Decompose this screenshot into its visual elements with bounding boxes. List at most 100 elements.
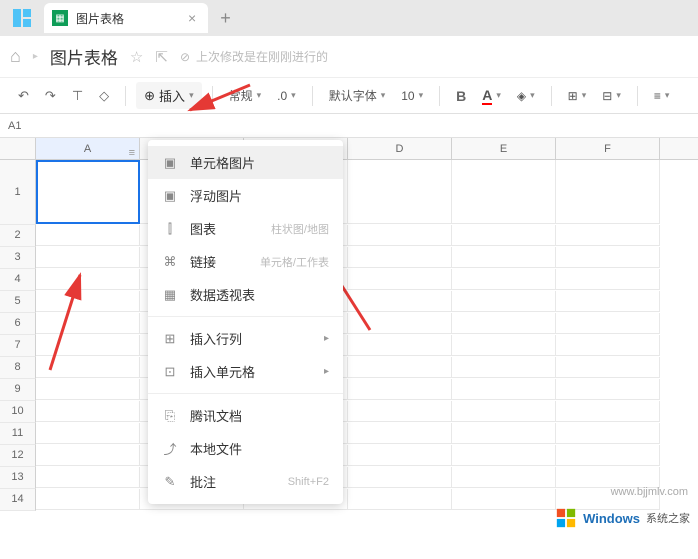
cell[interactable] [452,423,556,444]
home-icon[interactable]: ⌂ [10,46,21,67]
text-color-button[interactable]: A ▾ [476,83,507,109]
cell[interactable] [36,467,140,488]
star-icon[interactable]: ☆ [130,48,143,66]
menu-floating-image[interactable]: ▣ 浮动图片 [148,179,343,212]
cell[interactable] [36,357,140,378]
cell[interactable] [36,247,140,268]
border-button[interactable]: ⊞ ▾ [562,85,593,107]
cell[interactable] [556,160,660,224]
cell[interactable] [348,379,452,400]
column-header[interactable]: D [348,138,452,159]
cell[interactable] [452,467,556,488]
cell-a1[interactable] [36,160,140,224]
cell[interactable] [36,379,140,400]
cell[interactable] [36,423,140,444]
cell[interactable] [348,423,452,444]
row-header[interactable]: 14 [0,489,36,511]
cell[interactable] [348,489,452,510]
cell[interactable] [556,291,660,312]
cell[interactable] [348,269,452,290]
cell[interactable] [348,225,452,246]
row-header[interactable]: 4 [0,269,36,291]
cell[interactable] [556,247,660,268]
select-all-corner[interactable] [0,138,36,159]
cell[interactable] [452,379,556,400]
merge-button[interactable]: ⊟ ▾ [596,85,627,107]
cell[interactable] [452,291,556,312]
column-header[interactable]: E [452,138,556,159]
row-header[interactable]: 1 [0,160,36,225]
cell[interactable] [348,401,452,422]
cell[interactable] [36,313,140,334]
cell[interactable] [36,445,140,466]
cell[interactable] [36,269,140,290]
cell[interactable] [556,445,660,466]
row-header[interactable]: 12 [0,445,36,467]
row-header[interactable]: 5 [0,291,36,313]
cell[interactable] [348,335,452,356]
cell[interactable] [556,379,660,400]
format-painter-button[interactable]: ⊤ [66,84,89,108]
document-tab[interactable]: ▦ 图片表格 × [44,3,208,33]
row-header[interactable]: 9 [0,379,36,401]
undo-button[interactable]: ↶ [12,84,35,108]
menu-insert-cell[interactable]: ⊡ 插入单元格 ▸ [148,355,343,388]
menu-tencent-doc[interactable]: ⎘ 腾讯文档 [148,399,343,432]
row-header[interactable]: 13 [0,467,36,489]
cell[interactable] [452,335,556,356]
menu-comment[interactable]: ✎ 批注 Shift+F2 [148,465,343,498]
cell[interactable] [556,225,660,246]
row-header[interactable]: 2 [0,225,36,247]
cell[interactable] [36,401,140,422]
cell[interactable] [452,269,556,290]
cell[interactable] [452,247,556,268]
cell[interactable] [348,445,452,466]
menu-link[interactable]: ⌘ 链接 单元格/工作表 [148,245,343,278]
cell[interactable] [36,225,140,246]
insert-button[interactable]: ⊕ 插入 ▾ [136,82,201,109]
cell[interactable] [36,291,140,312]
clear-format-button[interactable]: ◇ [93,84,115,108]
menu-pivot[interactable]: ▦ 数据透视表 [148,278,343,311]
font-size-dropdown[interactable]: 10 ▾ [395,85,429,107]
close-tab-icon[interactable]: × [184,10,200,26]
menu-insert-row[interactable]: ⊞ 插入行列 ▸ [148,322,343,355]
cell[interactable] [348,357,452,378]
cell[interactable] [556,423,660,444]
cell[interactable] [452,489,556,510]
row-header[interactable]: 7 [0,335,36,357]
cell[interactable] [556,269,660,290]
cell[interactable] [556,467,660,488]
row-header[interactable]: 10 [0,401,36,423]
cell[interactable] [556,335,660,356]
new-tab-button[interactable]: + [208,8,243,29]
bold-button[interactable]: B [450,84,472,108]
align-button[interactable]: ≡ ▾ [648,85,676,107]
cell[interactable] [452,357,556,378]
cell[interactable] [36,335,140,356]
cell[interactable] [556,357,660,378]
cell[interactable] [452,225,556,246]
font-dropdown[interactable]: 默认字体 ▾ [323,83,392,108]
cell[interactable] [556,313,660,334]
cell[interactable] [348,247,452,268]
cell[interactable] [36,489,140,510]
folder-icon[interactable]: ⇱ [155,48,168,66]
redo-button[interactable]: ↷ [39,84,62,108]
cell[interactable] [348,291,452,312]
column-menu-icon[interactable]: ≡ [129,142,135,164]
menu-cell-image[interactable]: ▣ 单元格图片 [148,146,343,179]
name-box[interactable]: A1 [0,114,698,138]
fill-color-button[interactable]: ◈ ▾ [511,85,541,107]
style-dropdown[interactable]: 常规 ▾ [223,83,268,108]
cell[interactable] [452,313,556,334]
decimal-dropdown[interactable]: .0 ▾ [271,85,302,107]
cell[interactable] [452,401,556,422]
column-header[interactable]: F [556,138,660,159]
menu-local-file[interactable]: ⤴ 本地文件 [148,432,343,465]
cell[interactable] [348,160,452,224]
cell[interactable] [348,313,452,334]
column-header[interactable]: A≡ [36,138,140,159]
row-header[interactable]: 11 [0,423,36,445]
cell[interactable] [556,401,660,422]
